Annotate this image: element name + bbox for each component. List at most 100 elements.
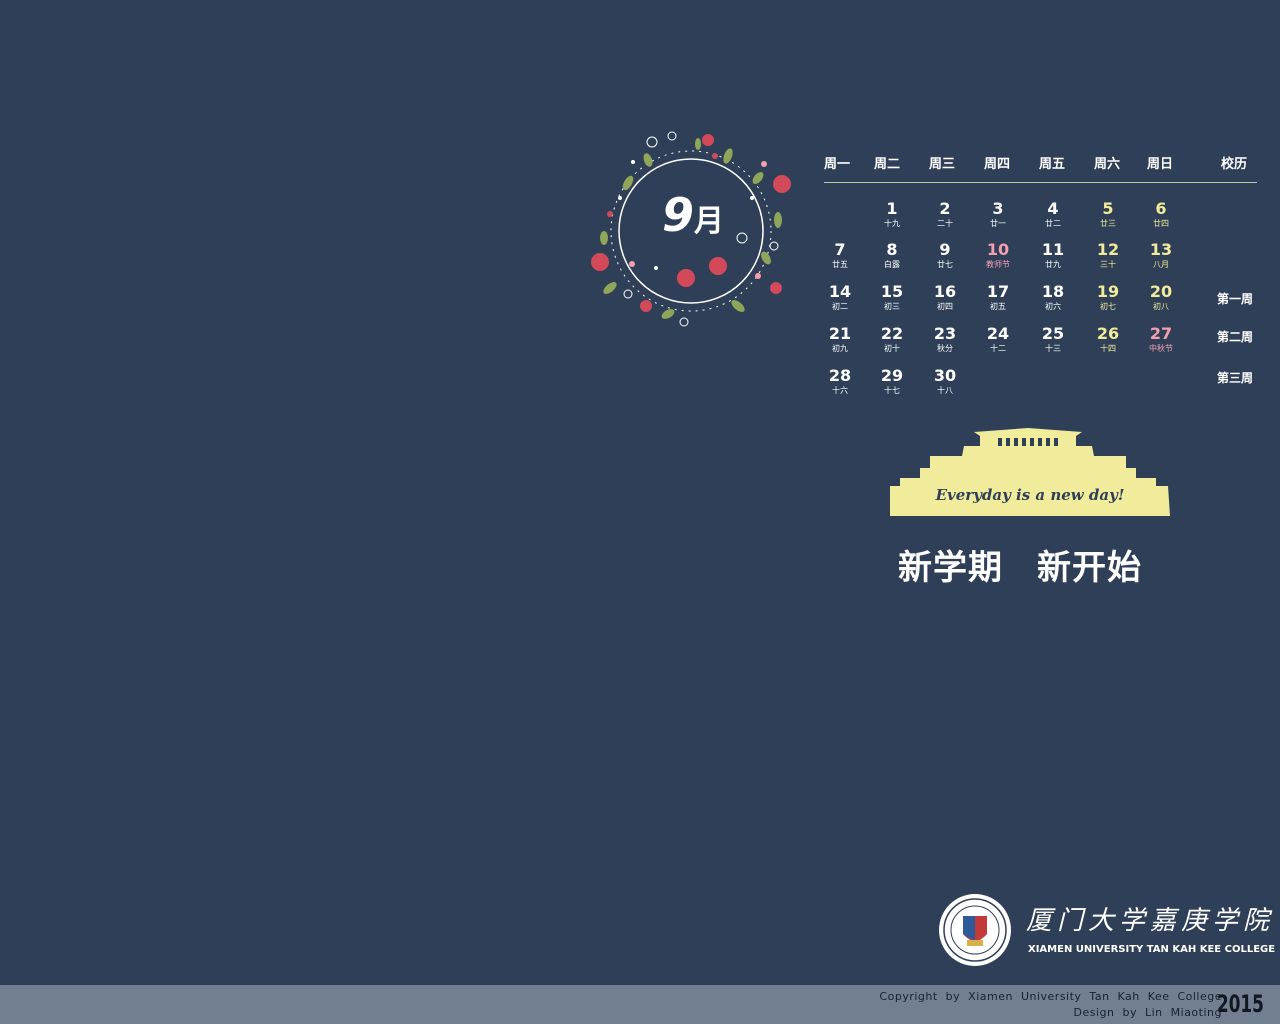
lunar-date: 廿五 bbox=[832, 260, 848, 269]
day-number: 19 bbox=[1096, 282, 1120, 301]
slogan: 新学期 新开始 bbox=[898, 540, 1176, 589]
calendar-day: 2 二十 bbox=[920, 200, 970, 230]
college-seal-icon bbox=[939, 894, 1011, 966]
college-name-chinese: 厦门大学嘉庚学院 bbox=[1026, 906, 1275, 936]
header-divider bbox=[824, 182, 1257, 183]
calendar-day: 17 初五 bbox=[973, 283, 1023, 313]
calendar-day: 14 初二 bbox=[815, 283, 865, 313]
designer-credit: Design by Lin Miaoting bbox=[1073, 1006, 1222, 1019]
calendar-day: 24 十二 bbox=[973, 325, 1023, 355]
weekday-header: 周四 bbox=[983, 157, 1010, 172]
day-number: 17 bbox=[986, 282, 1010, 301]
year-label: 2015 bbox=[1217, 990, 1264, 1018]
lunar-date: 十七 bbox=[884, 386, 900, 395]
day-number: 20 bbox=[1149, 282, 1173, 301]
lunar-date: 十二 bbox=[990, 344, 1006, 353]
lunar-date: 初九 bbox=[832, 344, 848, 353]
lunar-date: 教师节 bbox=[986, 260, 1010, 269]
calendar-day: 7 廿五 bbox=[815, 241, 865, 271]
calendar-day: 5 廿三 bbox=[1083, 200, 1133, 230]
school-week-label: 第二周 bbox=[1216, 330, 1253, 344]
calendar-day: 15 初三 bbox=[867, 283, 917, 313]
day-number: 24 bbox=[986, 324, 1010, 343]
calendar-day: 20 初八 bbox=[1136, 283, 1186, 313]
weekday-header: 周六 bbox=[1093, 157, 1120, 172]
calendar-day: 8 白露 bbox=[867, 241, 917, 271]
lunar-date: 八月 bbox=[1153, 260, 1169, 269]
lunar-date: 廿四 bbox=[1153, 219, 1169, 228]
day-number: 7 bbox=[834, 240, 846, 259]
lunar-date: 初五 bbox=[990, 302, 1006, 311]
lunar-date: 初二 bbox=[832, 302, 848, 311]
day-number: 5 bbox=[1102, 199, 1114, 218]
lunar-date: 初三 bbox=[884, 302, 900, 311]
day-number: 29 bbox=[880, 366, 904, 385]
calendar-day: 9 廿七 bbox=[920, 241, 970, 271]
copyright-text: Copyright by Xiamen University Tan Kah K… bbox=[879, 990, 1222, 1003]
slogan-line-2: 新开始 bbox=[1037, 548, 1142, 588]
lunar-date: 初十 bbox=[884, 344, 900, 353]
day-number: 10 bbox=[986, 240, 1010, 259]
calendar-day: 3 廿一 bbox=[973, 200, 1023, 230]
lunar-date: 十三 bbox=[1045, 344, 1061, 353]
lunar-date: 初六 bbox=[1045, 302, 1061, 311]
calendar-day: 29 十七 bbox=[867, 367, 917, 397]
calendar-day: 19 初七 bbox=[1083, 283, 1133, 313]
calendar-day: 16 初四 bbox=[920, 283, 970, 313]
day-number: 13 bbox=[1149, 240, 1173, 259]
school-week-label: 第一周 bbox=[1216, 292, 1253, 306]
calendar-day: 10 教师节 bbox=[973, 241, 1023, 271]
lunar-date: 白露 bbox=[884, 260, 900, 269]
day-number: 12 bbox=[1096, 240, 1120, 259]
calendar-day: 18 初六 bbox=[1028, 283, 1078, 313]
lunar-date: 廿一 bbox=[990, 219, 1006, 228]
lunar-date: 廿七 bbox=[937, 260, 953, 269]
school-week-label: 第三周 bbox=[1216, 371, 1253, 385]
day-number: 22 bbox=[880, 324, 904, 343]
day-number: 8 bbox=[886, 240, 898, 259]
calendar-day: 26 十四 bbox=[1083, 325, 1133, 355]
lunar-date: 十九 bbox=[884, 219, 900, 228]
weekday-header: 周日 bbox=[1146, 157, 1173, 172]
calendar-day: 23 秋分 bbox=[920, 325, 970, 355]
weekday-header: 周五 bbox=[1038, 157, 1065, 172]
calendar-day: 25 十三 bbox=[1028, 325, 1078, 355]
motto-text: Everyday is a new day! bbox=[935, 486, 1125, 504]
month-label: 9月 bbox=[662, 188, 724, 242]
lunar-date: 秋分 bbox=[937, 344, 953, 353]
day-number: 27 bbox=[1149, 324, 1173, 343]
day-number: 15 bbox=[880, 282, 904, 301]
day-number: 1 bbox=[886, 199, 898, 218]
lunar-date: 廿二 bbox=[1045, 219, 1061, 228]
college-name-english: XIAMEN UNIVERSITY TAN KAH KEE COLLEGE bbox=[1028, 944, 1276, 955]
day-number: 3 bbox=[992, 199, 1004, 218]
slogan-line-1: 新学期 bbox=[898, 548, 1003, 588]
calendar-day: 30 十八 bbox=[920, 367, 970, 397]
day-number: 6 bbox=[1155, 199, 1167, 218]
day-number: 9 bbox=[939, 240, 951, 259]
calendar-day: 22 初十 bbox=[867, 325, 917, 355]
lunar-date: 初八 bbox=[1153, 302, 1169, 311]
month-unit: 月 bbox=[694, 204, 724, 239]
lunar-date: 廿九 bbox=[1045, 260, 1061, 269]
calendar-day: 13 八月 bbox=[1136, 241, 1186, 271]
calendar-day: 4 廿二 bbox=[1028, 200, 1078, 230]
calendar-day: 6 廿四 bbox=[1136, 200, 1186, 230]
calendar-day: 27 中秋节 bbox=[1136, 325, 1186, 355]
calendar-day: 12 三十 bbox=[1083, 241, 1133, 271]
lunar-date: 三十 bbox=[1100, 260, 1116, 269]
day-number: 4 bbox=[1047, 199, 1059, 218]
calendar-day: 21 初九 bbox=[815, 325, 865, 355]
lunar-date: 初四 bbox=[937, 302, 953, 311]
day-number: 14 bbox=[828, 282, 852, 301]
calendar-day: 1 十九 bbox=[867, 200, 917, 230]
lunar-date: 廿三 bbox=[1100, 219, 1116, 228]
weekday-header: 周三 bbox=[928, 157, 955, 172]
weekday-header: 周二 bbox=[873, 157, 900, 172]
lunar-date: 十四 bbox=[1100, 344, 1116, 353]
weekday-header: 周一 bbox=[823, 157, 850, 172]
day-number: 11 bbox=[1041, 240, 1065, 259]
day-number: 2 bbox=[939, 199, 951, 218]
day-number: 18 bbox=[1041, 282, 1065, 301]
calendar-day: 11 廿九 bbox=[1028, 241, 1078, 271]
